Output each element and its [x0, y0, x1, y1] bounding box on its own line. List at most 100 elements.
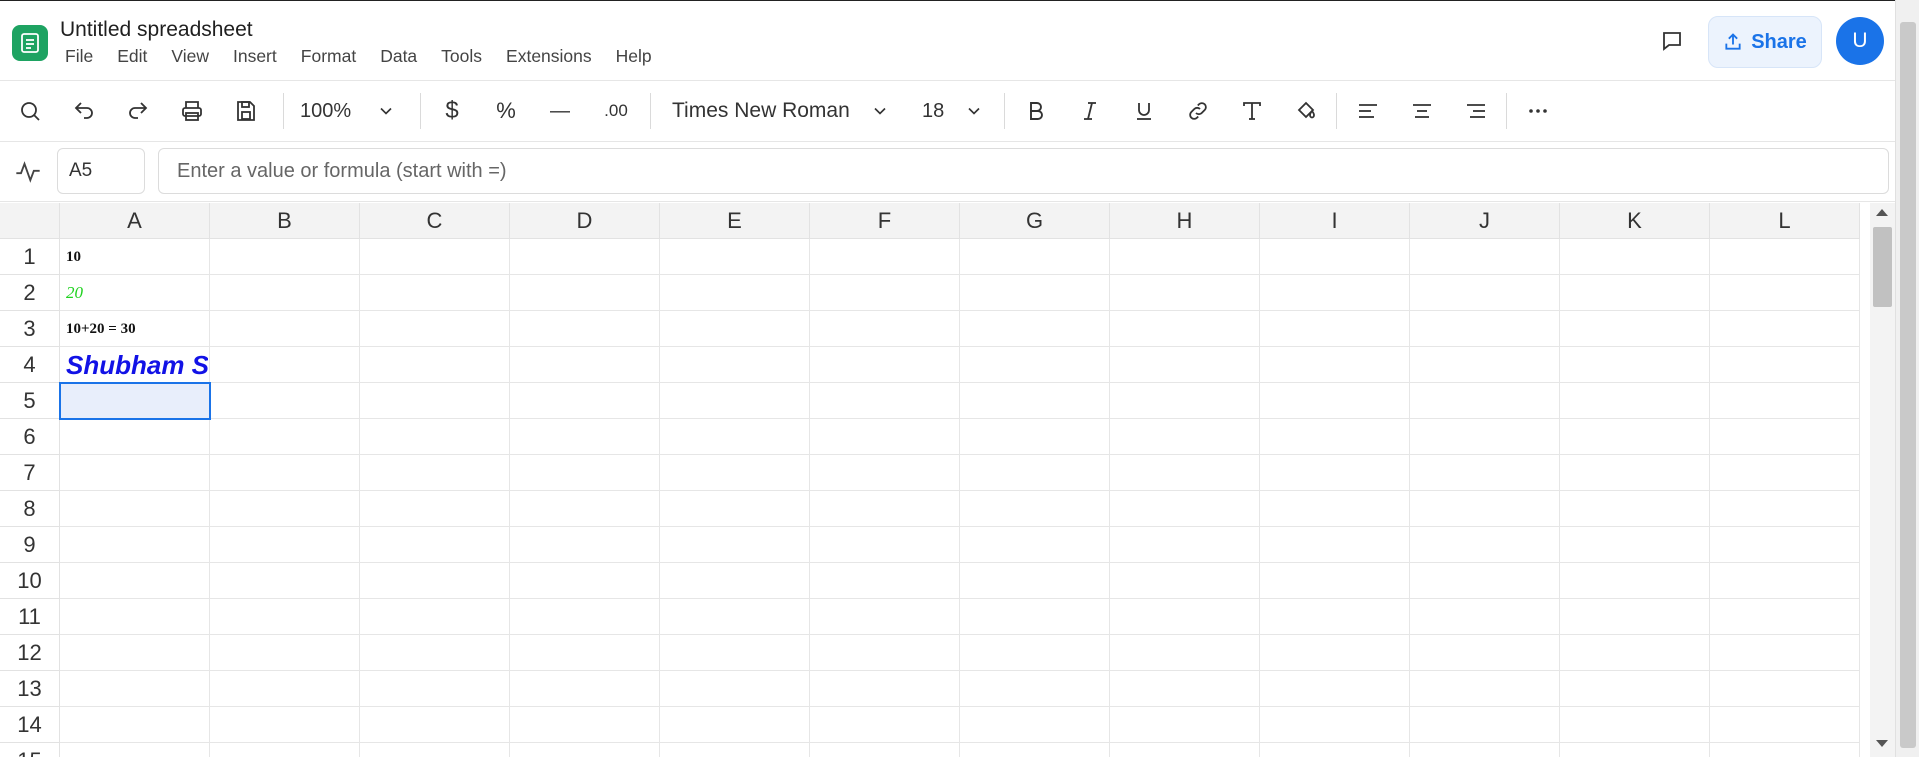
cell-h7[interactable]: [1110, 455, 1260, 491]
function-activity-icon[interactable]: [14, 158, 42, 186]
cell-i6[interactable]: [1260, 419, 1410, 455]
align-center-icon[interactable]: [1406, 95, 1438, 127]
cell-e14[interactable]: [660, 707, 810, 743]
cell-j10[interactable]: [1410, 563, 1560, 599]
redo-icon[interactable]: [122, 95, 154, 127]
cell-h14[interactable]: [1110, 707, 1260, 743]
cell-d15[interactable]: [510, 743, 660, 757]
cell-k12[interactable]: [1560, 635, 1710, 671]
column-header-b[interactable]: B: [210, 203, 360, 239]
cell-k6[interactable]: [1560, 419, 1710, 455]
percent-format-button[interactable]: %: [490, 95, 522, 127]
cell-k4[interactable]: [1560, 347, 1710, 383]
cell-g2[interactable]: [960, 275, 1110, 311]
row-header-8[interactable]: 8: [0, 491, 60, 527]
cell-a13[interactable]: [60, 671, 210, 707]
cell-d6[interactable]: [510, 419, 660, 455]
cell-f10[interactable]: [810, 563, 960, 599]
cell-b2[interactable]: [210, 275, 360, 311]
cell-c6[interactable]: [360, 419, 510, 455]
cell-k14[interactable]: [1560, 707, 1710, 743]
cell-j8[interactable]: [1410, 491, 1560, 527]
cell-b8[interactable]: [210, 491, 360, 527]
cell-i15[interactable]: [1260, 743, 1410, 757]
row-header-12[interactable]: 12: [0, 635, 60, 671]
save-icon[interactable]: [230, 95, 262, 127]
align-right-icon[interactable]: [1460, 95, 1492, 127]
cell-k8[interactable]: [1560, 491, 1710, 527]
underline-icon[interactable]: [1128, 95, 1160, 127]
cell-g11[interactable]: [960, 599, 1110, 635]
cell-b10[interactable]: [210, 563, 360, 599]
cell-d4[interactable]: [510, 347, 660, 383]
cell-j3[interactable]: [1410, 311, 1560, 347]
cell-j6[interactable]: [1410, 419, 1560, 455]
cell-k13[interactable]: [1560, 671, 1710, 707]
cell-h4[interactable]: [1110, 347, 1260, 383]
cell-a3[interactable]: 10+20 = 30: [60, 311, 210, 347]
formula-input[interactable]: [158, 148, 1889, 194]
cell-c2[interactable]: [360, 275, 510, 311]
cell-b1[interactable]: [210, 239, 360, 275]
cell-f8[interactable]: [810, 491, 960, 527]
cell-k3[interactable]: [1560, 311, 1710, 347]
cell-b14[interactable]: [210, 707, 360, 743]
cell-e5[interactable]: [660, 383, 810, 419]
cell-l9[interactable]: [1710, 527, 1860, 563]
cell-j13[interactable]: [1410, 671, 1560, 707]
cell-j14[interactable]: [1410, 707, 1560, 743]
menu-format[interactable]: Format: [301, 46, 356, 67]
cell-e15[interactable]: [660, 743, 810, 757]
cell-c4[interactable]: [360, 347, 510, 383]
cell-l6[interactable]: [1710, 419, 1860, 455]
cell-j5[interactable]: [1410, 383, 1560, 419]
cell-g4[interactable]: [960, 347, 1110, 383]
cell-c10[interactable]: [360, 563, 510, 599]
cell-l13[interactable]: [1710, 671, 1860, 707]
column-header-e[interactable]: E: [660, 203, 810, 239]
cell-e7[interactable]: [660, 455, 810, 491]
search-icon[interactable]: [14, 95, 46, 127]
cell-i13[interactable]: [1260, 671, 1410, 707]
cell-d9[interactable]: [510, 527, 660, 563]
cell-i5[interactable]: [1260, 383, 1410, 419]
cell-f7[interactable]: [810, 455, 960, 491]
more-options-icon[interactable]: [1522, 95, 1554, 127]
cell-a1[interactable]: 10: [60, 239, 210, 275]
cell-h12[interactable]: [1110, 635, 1260, 671]
cell-c8[interactable]: [360, 491, 510, 527]
column-header-c[interactable]: C: [360, 203, 510, 239]
cell-g12[interactable]: [960, 635, 1110, 671]
cell-h8[interactable]: [1110, 491, 1260, 527]
cell-l8[interactable]: [1710, 491, 1860, 527]
row-header-2[interactable]: 2: [0, 275, 60, 311]
cell-b7[interactable]: [210, 455, 360, 491]
cell-d11[interactable]: [510, 599, 660, 635]
cell-l3[interactable]: [1710, 311, 1860, 347]
cell-d5[interactable]: [510, 383, 660, 419]
cell-i1[interactable]: [1260, 239, 1410, 275]
row-header-6[interactable]: 6: [0, 419, 60, 455]
cell-e8[interactable]: [660, 491, 810, 527]
cell-a10[interactable]: [60, 563, 210, 599]
cell-e2[interactable]: [660, 275, 810, 311]
row-header-5[interactable]: 5: [0, 383, 60, 419]
column-header-j[interactable]: J: [1410, 203, 1560, 239]
row-header-3[interactable]: 3: [0, 311, 60, 347]
font-family-select[interactable]: Times New Roman: [672, 95, 890, 127]
cell-k2[interactable]: [1560, 275, 1710, 311]
cell-g1[interactable]: [960, 239, 1110, 275]
comment-icon[interactable]: [1656, 27, 1688, 55]
cell-f11[interactable]: [810, 599, 960, 635]
select-all-corner[interactable]: [0, 203, 60, 239]
cell-g14[interactable]: [960, 707, 1110, 743]
cell-l2[interactable]: [1710, 275, 1860, 311]
row-header-7[interactable]: 7: [0, 455, 60, 491]
print-icon[interactable]: [176, 95, 208, 127]
cell-c1[interactable]: [360, 239, 510, 275]
cell-l12[interactable]: [1710, 635, 1860, 671]
cell-j1[interactable]: [1410, 239, 1560, 275]
menu-help[interactable]: Help: [616, 46, 652, 67]
cell-h5[interactable]: [1110, 383, 1260, 419]
cell-k10[interactable]: [1560, 563, 1710, 599]
